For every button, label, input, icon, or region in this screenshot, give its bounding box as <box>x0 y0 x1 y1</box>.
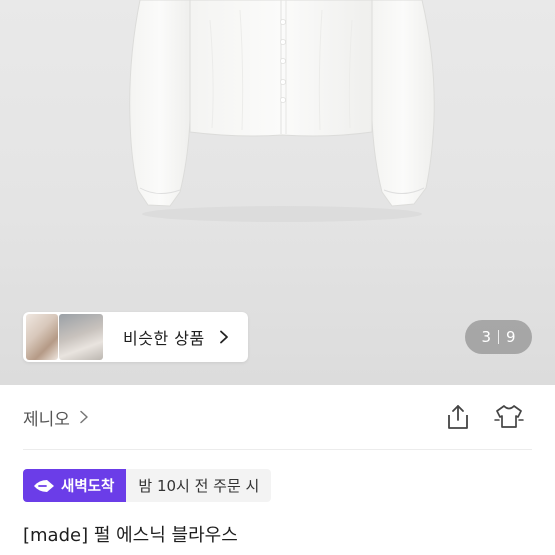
share-icon[interactable] <box>444 403 472 431</box>
similar-products-label: 비슷한 상품 <box>123 329 205 348</box>
counter-divider <box>498 330 499 344</box>
hanger-icon[interactable] <box>493 402 525 432</box>
image-page-counter: 3 9 <box>465 320 532 354</box>
total-pages: 9 <box>506 328 516 346</box>
similar-thumbnails <box>26 314 103 360</box>
dawn-delivery-badge: 새벽도착 <box>23 469 127 502</box>
similar-thumbnail <box>26 314 58 360</box>
chevron-right-icon <box>219 330 228 344</box>
product-image-gallery[interactable]: 비슷한 상품 3 9 <box>0 0 555 385</box>
shop-name: 제니오 <box>23 409 70 430</box>
order-deadline: 밤 10시 전 주문 시 <box>126 469 272 502</box>
dawn-arrow-icon <box>34 479 54 492</box>
similar-products-button[interactable]: 비슷한 상품 <box>23 312 248 362</box>
delivery-info: 새벽도착 밤 10시 전 주문 시 <box>23 469 272 502</box>
chevron-right-icon <box>80 410 88 424</box>
current-page: 3 <box>481 328 491 346</box>
shop-link[interactable]: 제니오 <box>23 403 90 431</box>
section-divider <box>23 449 532 450</box>
product-title: [made] 펄 에스닉 블라우스 <box>23 525 238 546</box>
similar-thumbnail <box>59 314 103 360</box>
dawn-delivery-label: 새벽도착 <box>61 479 115 495</box>
